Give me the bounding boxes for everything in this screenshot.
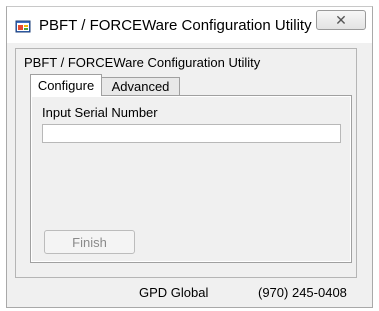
tab-configure[interactable]: Configure xyxy=(30,74,102,96)
group-title: PBFT / FORCEWare Configuration Utility xyxy=(24,55,261,70)
serial-number-input[interactable] xyxy=(42,124,341,143)
close-icon: ✕ xyxy=(335,11,347,28)
serial-number-label: Input Serial Number xyxy=(42,105,158,120)
app-window-icon xyxy=(15,20,31,33)
finish-button[interactable]: Finish xyxy=(44,230,135,254)
company-name: GPD Global xyxy=(139,285,209,300)
close-button[interactable]: ✕ xyxy=(316,10,366,30)
tab-advanced[interactable]: Advanced xyxy=(102,77,180,96)
company-phone: (970) 245-0408 xyxy=(258,285,347,300)
window-title: PBFT / FORCEWare Configuration Utility xyxy=(39,17,312,34)
title-bar[interactable]: PBFT / FORCEWare Configuration Utility ✕ xyxy=(7,7,372,43)
